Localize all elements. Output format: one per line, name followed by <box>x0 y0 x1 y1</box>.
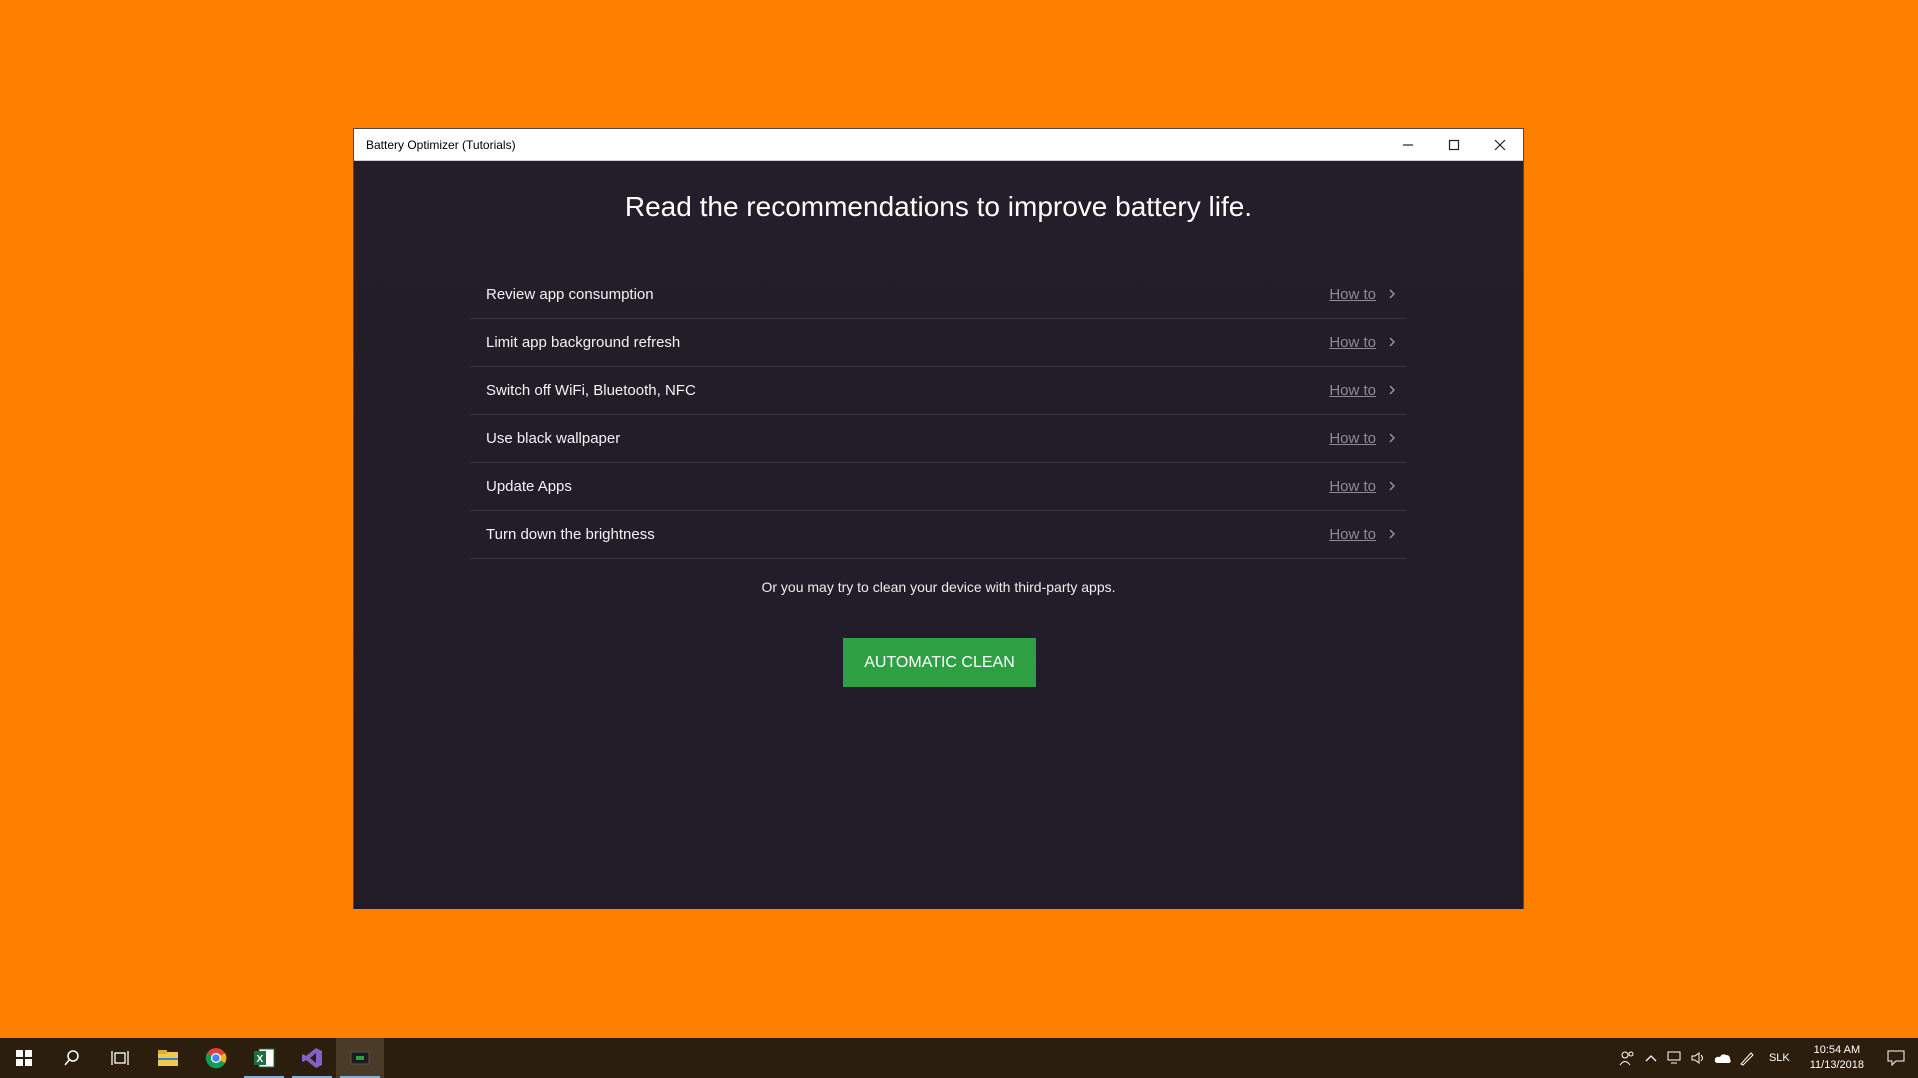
recommendations-list: Review app consumption How to Limit app … <box>470 271 1406 559</box>
title-bar[interactable]: Battery Optimizer (Tutorials) <box>354 129 1523 161</box>
close-button[interactable] <box>1477 129 1523 161</box>
minimize-icon <box>1403 143 1413 146</box>
task-view-icon <box>111 1051 129 1065</box>
recommendation-row[interactable]: Update Apps How to <box>470 463 1406 511</box>
how-to-link[interactable]: How to <box>1329 478 1376 495</box>
recommendation-label: Review app consumption <box>486 286 654 303</box>
svg-text:X: X <box>257 1054 264 1065</box>
how-to-link[interactable]: How to <box>1329 382 1376 399</box>
action-center-button[interactable] <box>1874 1038 1918 1078</box>
task-view-button[interactable] <box>96 1038 144 1078</box>
automatic-clean-button[interactable]: AUTOMATIC CLEAN <box>843 638 1036 687</box>
chevron-right-icon <box>1388 479 1398 495</box>
language-indicator[interactable]: SLK <box>1759 1052 1800 1064</box>
windows-logo-icon <box>16 1050 32 1066</box>
excel-button[interactable]: X <box>240 1038 288 1078</box>
recommendation-row[interactable]: Use black wallpaper How to <box>470 415 1406 463</box>
main-content: Read the recommendations to improve batt… <box>354 161 1523 909</box>
start-button[interactable] <box>0 1038 48 1078</box>
chrome-icon <box>205 1048 227 1069</box>
minimize-button[interactable] <box>1385 129 1431 161</box>
chrome-button[interactable] <box>192 1038 240 1078</box>
close-icon <box>1494 139 1506 150</box>
recommendation-label: Turn down the brightness <box>486 526 655 543</box>
third-party-note: Or you may try to clean your device with… <box>761 579 1116 595</box>
maximize-button[interactable] <box>1431 129 1477 161</box>
excel-icon: X <box>254 1048 275 1068</box>
clock-time: 10:54 AM <box>1813 1044 1861 1056</box>
clock-date: 11/13/2018 <box>1809 1059 1864 1071</box>
visual-studio-icon <box>302 1048 322 1068</box>
chevron-right-icon <box>1388 431 1398 447</box>
network-icon[interactable] <box>1663 1038 1687 1078</box>
chevron-right-icon <box>1388 335 1398 351</box>
taskbar: X SLK 10:54 AM 11/13/2018 <box>0 1038 1918 1078</box>
pen-ink-icon[interactable] <box>1735 1038 1759 1078</box>
maximize-icon <box>1448 139 1460 150</box>
people-icon[interactable] <box>1615 1038 1639 1078</box>
recommendation-label: Use black wallpaper <box>486 430 621 447</box>
chevron-right-icon <box>1388 383 1398 399</box>
recommendation-row[interactable]: Switch off WiFi, Bluetooth, NFC How to <box>470 367 1406 415</box>
notification-icon <box>1887 1050 1905 1066</box>
onedrive-cloud-icon[interactable] <box>1711 1038 1735 1078</box>
chevron-right-icon <box>1388 287 1398 303</box>
visual-studio-button[interactable] <box>288 1038 336 1078</box>
battery-optimizer-icon <box>350 1051 370 1065</box>
how-to-link[interactable]: How to <box>1329 526 1376 543</box>
recommendation-label: Switch off WiFi, Bluetooth, NFC <box>486 382 696 399</box>
file-explorer-button[interactable] <box>144 1038 192 1078</box>
page-heading: Read the recommendations to improve batt… <box>624 191 1253 222</box>
search-button[interactable] <box>48 1038 96 1078</box>
file-explorer-icon <box>158 1050 178 1066</box>
recommendation-row[interactable]: Review app consumption How to <box>470 271 1406 319</box>
recommendation-label: Limit app background refresh <box>486 334 681 351</box>
battery-optimizer-button[interactable] <box>336 1038 384 1078</box>
how-to-link[interactable]: How to <box>1329 334 1376 351</box>
recommendation-label: Update Apps <box>486 478 572 495</box>
system-tray: SLK 10:54 AM 11/13/2018 <box>1615 1038 1918 1078</box>
chevron-right-icon <box>1388 527 1398 543</box>
recommendation-row[interactable]: Limit app background refresh How to <box>470 319 1406 367</box>
how-to-link[interactable]: How to <box>1329 286 1376 303</box>
clock[interactable]: 10:54 AM 11/13/2018 <box>1800 1043 1874 1073</box>
recommendation-row[interactable]: Turn down the brightness How to <box>470 511 1406 559</box>
search-icon <box>64 1050 79 1066</box>
window-title: Battery Optimizer (Tutorials) <box>366 137 516 152</box>
show-hidden-icons-chevron-up-icon[interactable] <box>1639 1038 1663 1078</box>
how-to-link[interactable]: How to <box>1329 430 1376 447</box>
volume-icon[interactable] <box>1687 1038 1711 1078</box>
app-window: Battery Optimizer (Tutorials) Read the r… <box>353 128 1524 909</box>
